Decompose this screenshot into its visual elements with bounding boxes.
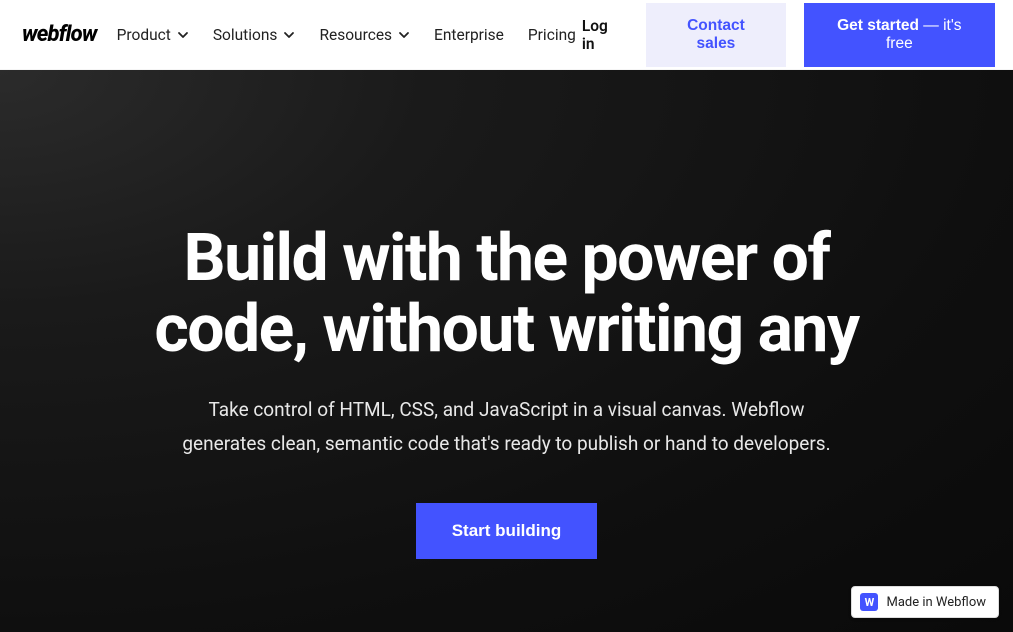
hero-headline: Build with the power of code, without wr…	[107, 223, 907, 366]
contact-sales-button[interactable]: Contact sales	[646, 3, 786, 67]
login-link[interactable]: Log in	[582, 17, 622, 53]
top-navbar: webflow Product Solutions Resources Ente…	[0, 0, 1013, 70]
made-in-webflow-badge[interactable]: W Made in Webflow	[851, 586, 999, 618]
chevron-down-icon	[177, 29, 189, 41]
nav-item-resources[interactable]: Resources	[319, 26, 410, 44]
hero-section: Build with the power of code, without wr…	[0, 70, 1013, 632]
nav-item-label: Enterprise	[434, 26, 504, 44]
webflow-badge-icon: W	[860, 593, 878, 611]
nav-item-solutions[interactable]: Solutions	[213, 26, 296, 44]
badge-label: Made in Webflow	[886, 595, 986, 610]
nav-item-product[interactable]: Product	[117, 26, 189, 44]
nav-item-label: Resources	[319, 26, 392, 44]
nav-links: Product Solutions Resources Enterprise P…	[117, 26, 576, 44]
nav-right: Log in Contact sales Get started — it's …	[582, 3, 995, 67]
get-started-button[interactable]: Get started — it's free	[804, 3, 995, 67]
chevron-down-icon	[398, 29, 410, 41]
start-building-button[interactable]: Start building	[416, 503, 598, 559]
hero-subhead: Take control of HTML, CSS, and JavaScrip…	[167, 393, 847, 461]
nav-item-pricing[interactable]: Pricing	[528, 26, 576, 44]
nav-item-label: Product	[117, 26, 171, 44]
logo[interactable]: webflow	[22, 22, 97, 47]
get-started-label: Get started	[837, 17, 919, 34]
nav-item-enterprise[interactable]: Enterprise	[434, 26, 504, 44]
chevron-down-icon	[283, 29, 295, 41]
nav-item-label: Pricing	[528, 26, 576, 44]
nav-item-label: Solutions	[213, 26, 278, 44]
